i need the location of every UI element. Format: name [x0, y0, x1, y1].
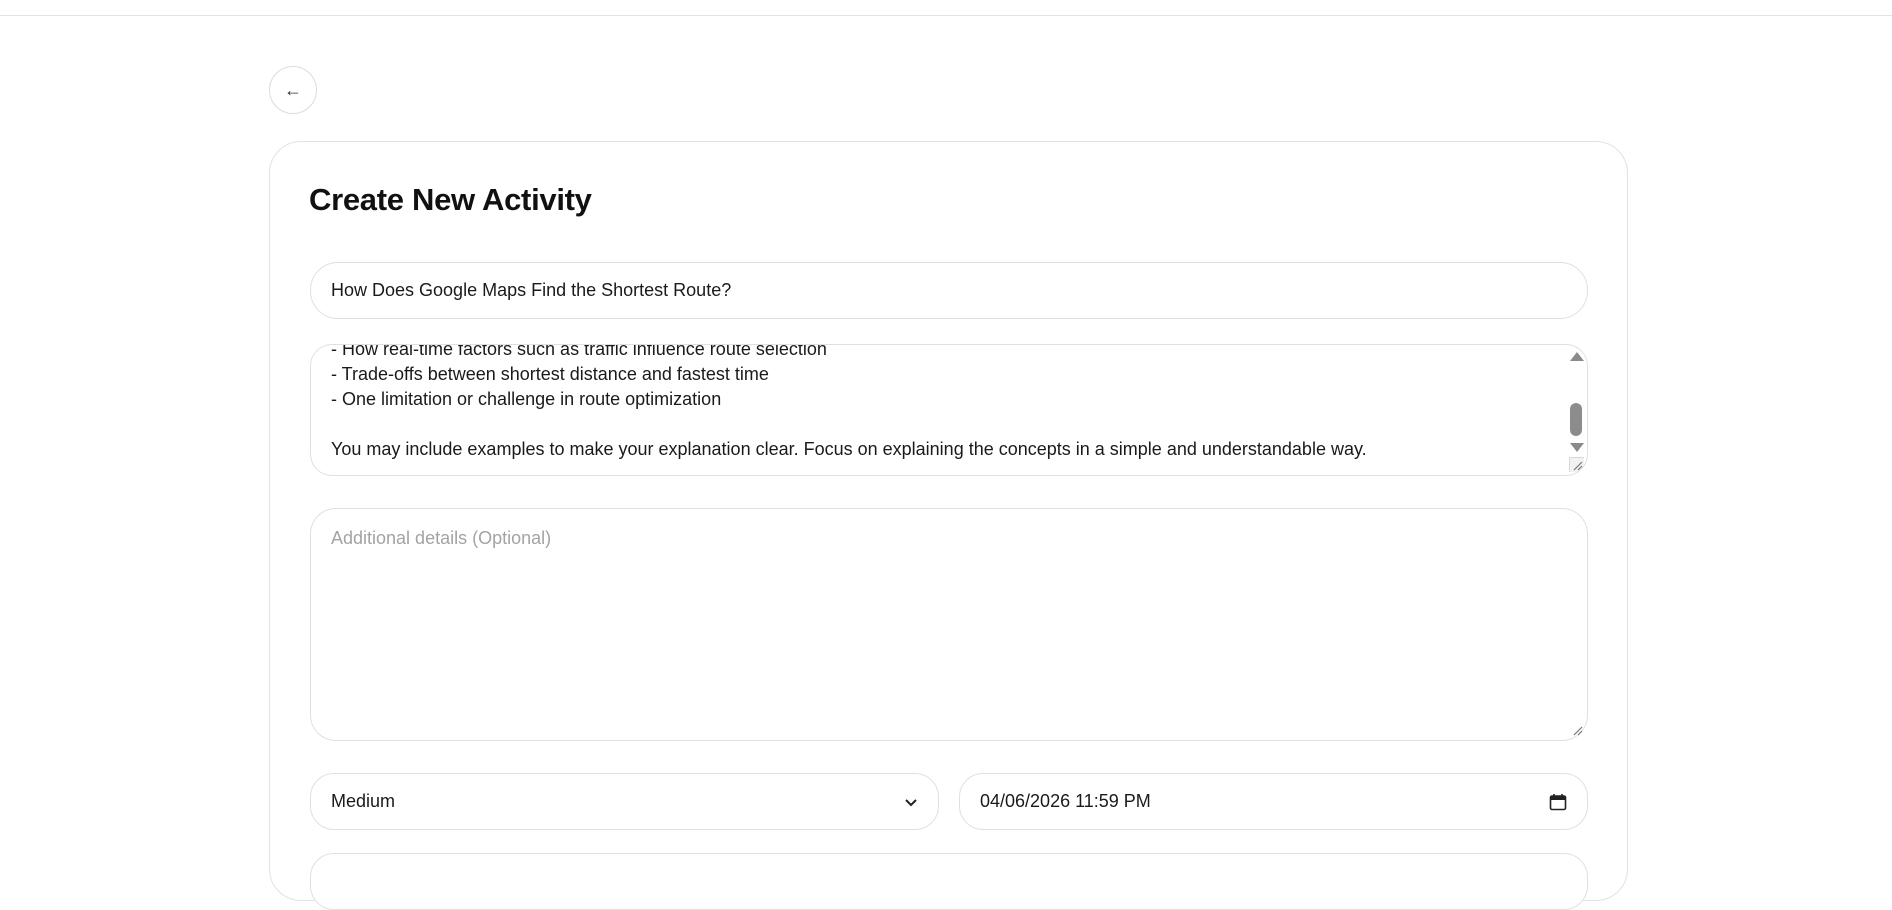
- next-form-field[interactable]: [310, 853, 1588, 910]
- description-scrollbar[interactable]: [1567, 347, 1585, 457]
- scroll-down-arrow-icon[interactable]: [1570, 443, 1584, 452]
- activity-title-input[interactable]: How Does Google Maps Find the Shortest R…: [310, 262, 1588, 319]
- left-arrow-icon: ←: [284, 79, 302, 100]
- description-value: - How real-time factors such as traffic …: [331, 344, 1367, 459]
- difficulty-select[interactable]: Medium: [310, 773, 939, 830]
- resize-handle-icon[interactable]: [1569, 457, 1584, 472]
- due-date-value: 04/06/2026 11:59 PM: [980, 791, 1151, 811]
- resize-handle-icon[interactable]: [1570, 723, 1584, 737]
- due-date-input[interactable]: 04/06/2026 11:59 PM: [959, 773, 1588, 830]
- calendar-icon[interactable]: [1549, 793, 1567, 811]
- additional-details-textarea[interactable]: Additional details (Optional): [310, 508, 1588, 741]
- back-button[interactable]: ←: [269, 66, 317, 114]
- scroll-thumb[interactable]: [1570, 403, 1582, 436]
- details-placeholder: Additional details (Optional): [331, 528, 552, 548]
- chevron-down-icon: [905, 798, 917, 806]
- activity-title-value: How Does Google Maps Find the Shortest R…: [331, 280, 732, 300]
- difficulty-value: Medium: [331, 791, 396, 811]
- page-title: Create New Activity: [309, 182, 592, 217]
- scroll-up-arrow-icon[interactable]: [1570, 352, 1584, 361]
- top-divider: [0, 15, 1892, 16]
- activity-description-textarea[interactable]: - How real-time factors such as traffic …: [310, 344, 1588, 476]
